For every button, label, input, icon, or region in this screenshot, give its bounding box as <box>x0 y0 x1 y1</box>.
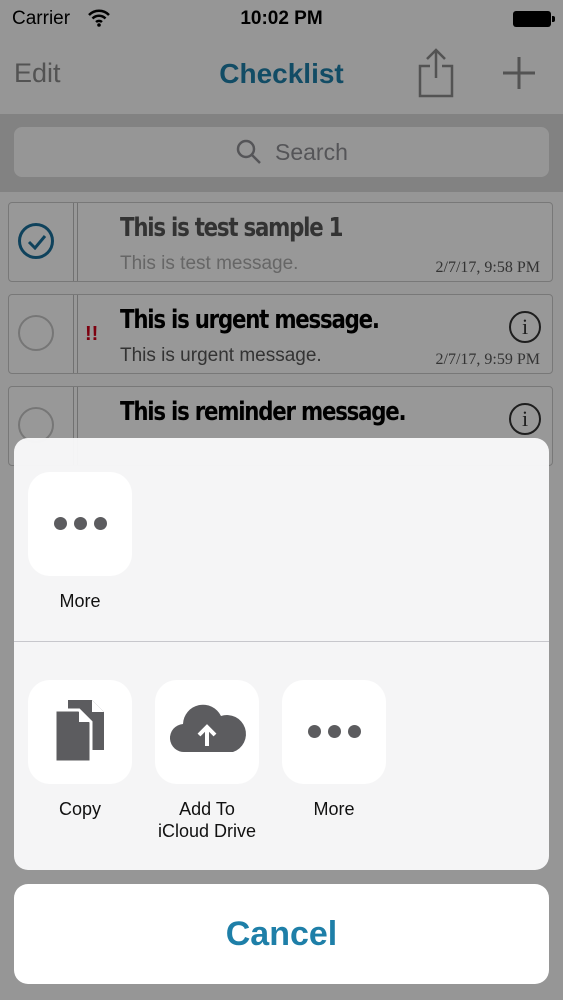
share-action-tile <box>282 680 386 784</box>
share-action-more[interactable]: More <box>28 472 132 612</box>
share-action-tile <box>28 680 132 784</box>
share-sheet: More Copy Add To iCloud Drive More <box>14 438 549 870</box>
more-dots-icon <box>308 725 362 739</box>
more-dots-icon <box>54 517 108 531</box>
share-action-more[interactable]: More <box>282 680 386 820</box>
copy-documents-icon <box>53 700 104 764</box>
share-action-tile <box>155 680 259 784</box>
share-action-icloud-drive[interactable]: Add To iCloud Drive <box>155 680 259 842</box>
share-action-copy[interactable]: Copy <box>28 680 132 820</box>
sheet-divider <box>14 641 549 642</box>
share-action-label: More <box>313 799 355 819</box>
share-action-label: Add To iCloud Drive <box>157 799 257 841</box>
share-action-label: More <box>59 591 101 611</box>
share-action-tile <box>28 472 132 576</box>
share-action-label: Copy <box>58 799 102 819</box>
cancel-button[interactable]: Cancel <box>14 884 549 984</box>
icloud-upload-icon <box>169 704 246 753</box>
